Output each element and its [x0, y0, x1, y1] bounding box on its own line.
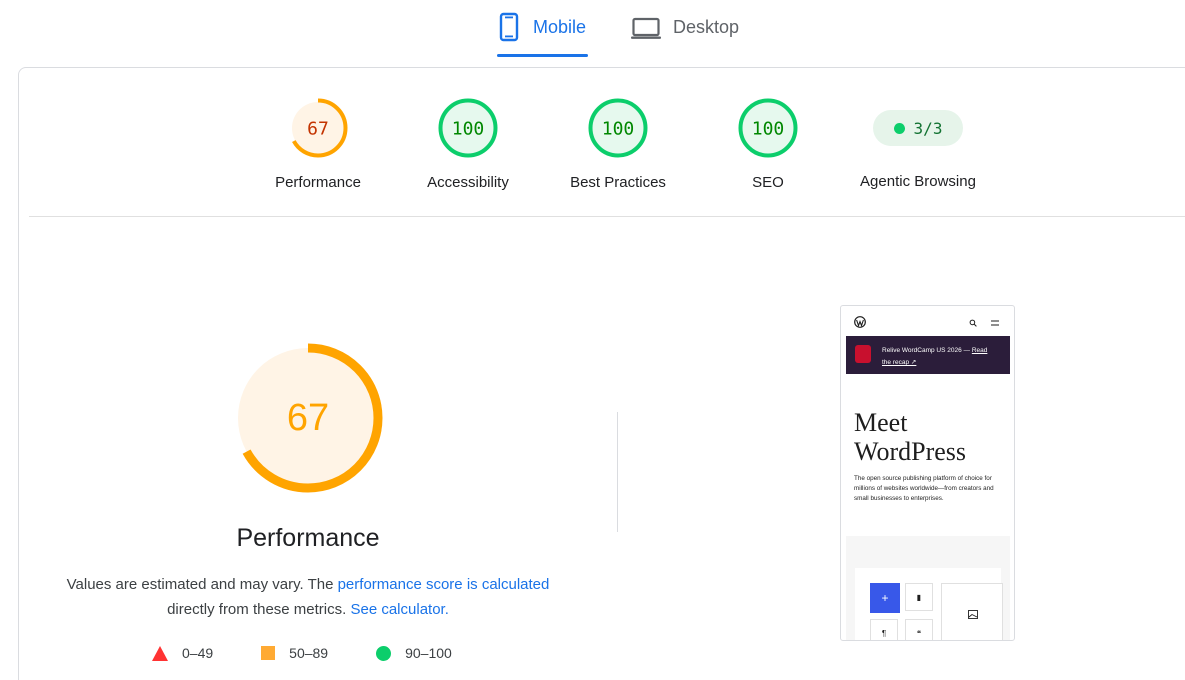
- bookmark-icon: ▮: [905, 583, 933, 611]
- gauge-label-best-practices: Best Practices: [570, 174, 666, 191]
- svg-text:100: 100: [752, 119, 785, 140]
- performance-score-link[interactable]: performance score is calculated: [338, 576, 550, 593]
- hero-heading: Meet WordPress: [854, 408, 967, 466]
- tab-desktop[interactable]: Desktop: [631, 12, 746, 58]
- performance-gauge-ring: 67: [288, 98, 348, 158]
- legend-pass-range: 90–100: [405, 645, 452, 661]
- pass-dot-icon: [893, 122, 905, 134]
- search-icon: [969, 319, 977, 327]
- tab-desktop-label: Desktop: [673, 17, 740, 37]
- legend-pass: 90–100: [376, 645, 452, 661]
- section-divider: [29, 216, 1185, 217]
- performance-title: Performance: [236, 524, 380, 552]
- pass-circle-icon: [376, 645, 392, 661]
- legend-average-range: 50–89: [289, 645, 329, 661]
- screenshot-header: [841, 306, 1014, 336]
- gauge-label-performance: Performance: [275, 174, 361, 191]
- description-text-1: Values are estimated and may vary. The: [66, 576, 338, 593]
- gauge-best-practices[interactable]: 100 Best Practices: [543, 97, 693, 192]
- legend-average: 50–89: [261, 645, 328, 661]
- vertical-divider: [617, 412, 618, 532]
- gauge-performance[interactable]: 67 Performance: [243, 97, 393, 192]
- announcement-banner: Relive WordCamp US 2026 — Read the recap …: [846, 336, 1010, 374]
- add-block-icon: +: [870, 583, 900, 613]
- svg-text:100: 100: [452, 119, 485, 140]
- tab-mobile[interactable]: Mobile: [497, 12, 588, 58]
- description-text-2: directly from these metrics.: [167, 601, 351, 618]
- device-tabs: Mobile Desktop: [0, 0, 1185, 60]
- agentic-score-value: 3/3: [913, 118, 943, 138]
- image-icon: [968, 610, 978, 619]
- score-legend: 0–49 50–89 90–100: [152, 645, 500, 661]
- legend-fail-range: 0–49: [182, 645, 214, 661]
- banner-link-recap: the recap ↗: [882, 359, 917, 366]
- mobile-phone-icon: [499, 12, 519, 42]
- gauge-label-seo: SEO: [752, 174, 784, 191]
- active-tab-indicator: [497, 54, 588, 57]
- image-card: [941, 583, 1003, 640]
- legend-fail: 0–49: [152, 645, 213, 661]
- gauge-accessibility[interactable]: 100 Accessibility: [393, 97, 543, 192]
- svg-text:100: 100: [602, 119, 635, 140]
- tab-mobile-label: Mobile: [533, 17, 587, 37]
- gauge-agentic-browsing[interactable]: 3/3 Agentic Browsing: [843, 97, 993, 191]
- performance-large-gauge: 67: [233, 343, 383, 493]
- see-calculator-link[interactable]: See calculator.: [350, 601, 448, 618]
- average-square-icon: [261, 646, 276, 660]
- banner-text: Relive WordCamp US 2026 — Read the recap …: [882, 345, 1006, 369]
- menu-icon: [991, 320, 999, 326]
- gauge-label-accessibility: Accessibility: [427, 174, 509, 191]
- best-practices-gauge-ring: 100: [588, 98, 648, 158]
- performance-description: Values are estimated and may vary. The p…: [58, 572, 558, 622]
- wordpress-logo-icon: [854, 316, 866, 328]
- quote-icon: ❝: [905, 619, 933, 640]
- paragraph-icon: ¶: [870, 619, 898, 640]
- gauge-seo[interactable]: 100 SEO: [693, 97, 843, 192]
- accessibility-gauge-ring: 100: [438, 98, 498, 158]
- desktop-monitor-icon: [631, 17, 661, 39]
- banner-text-main: Relive WordCamp US 2026 —: [882, 347, 972, 354]
- gauge-label-agentic-browsing: Agentic Browsing: [860, 173, 976, 190]
- seo-gauge-ring: 100: [738, 98, 798, 158]
- banner-link-read: Read: [971, 347, 988, 354]
- wordcamp-badge-icon: [855, 345, 871, 363]
- hero-subtitle: The open source publishing platform of c…: [854, 475, 994, 502]
- page-screenshot[interactable]: Relive WordCamp US 2026 — Read the recap …: [840, 305, 1015, 641]
- svg-text:67: 67: [307, 119, 329, 140]
- fail-triangle-icon: [152, 645, 168, 661]
- large-gauge-score: 67: [287, 397, 329, 439]
- agentic-score-pill: 3/3: [873, 110, 963, 146]
